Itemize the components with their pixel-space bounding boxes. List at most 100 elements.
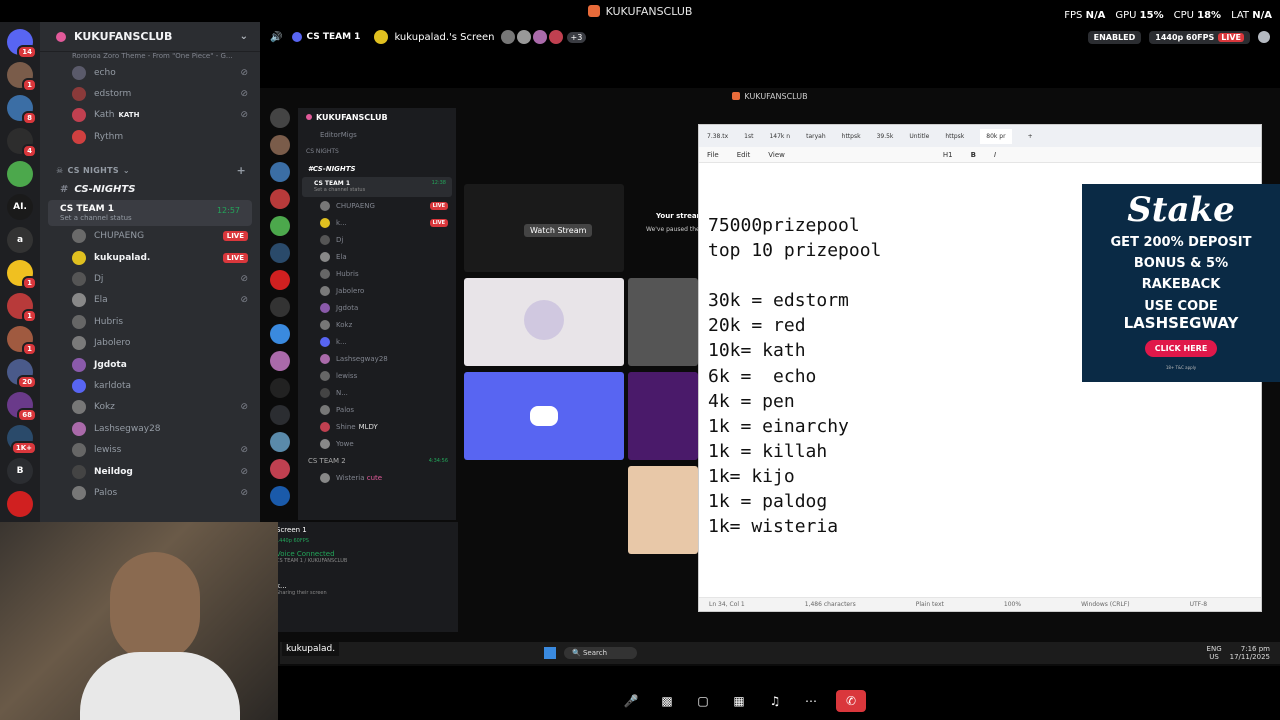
more-icon[interactable]: ⋯	[800, 690, 822, 712]
heading-dropdown[interactable]: H1	[943, 151, 953, 159]
guild-icon[interactable]: 1	[7, 293, 37, 323]
notepad-tab[interactable]: taryah	[806, 133, 826, 140]
voice-member[interactable]: CHUPAENG LIVE	[40, 226, 260, 247]
add-channel-icon[interactable]: +	[236, 164, 246, 177]
guild-icon[interactable]: 1	[7, 326, 37, 356]
ad-click-button[interactable]: CLICK HERE	[1144, 340, 1218, 357]
camera-off-icon[interactable]: ▩	[656, 690, 678, 712]
category-header[interactable]: ☠ CS NIGHTS ⌄ +	[40, 162, 260, 180]
voice-member[interactable]: karldota	[40, 375, 260, 396]
avatar	[72, 336, 86, 351]
voice-member[interactable]: Kokz ⊘	[40, 397, 260, 418]
voice-member[interactable]: Dj ⊘	[40, 268, 260, 289]
guild-icon[interactable]: a	[7, 227, 33, 253]
avatar	[72, 400, 86, 415]
taskbar-clock[interactable]: 7:16 pm 17/11/2025	[1230, 645, 1270, 661]
stream-topbar: 🔊 CS TEAM 1 kukupalad.'s Screen +3 ENABL…	[260, 22, 1280, 52]
voice-member[interactable]: Jabolero	[40, 333, 260, 354]
voice-member[interactable]: Kath KATH ⊘	[40, 105, 260, 126]
guild-icon[interactable]: 1K+	[7, 425, 37, 455]
avatar	[72, 293, 86, 308]
voice-member[interactable]: Ela ⊘	[40, 290, 260, 311]
server-header[interactable]: KUKUFANSCLUB ⌄	[40, 22, 260, 52]
member-name: Rythm	[94, 131, 124, 142]
participant-tile[interactable]	[628, 466, 698, 554]
guild-icon[interactable]: 4	[7, 128, 37, 158]
inner-voice-member: Dj	[298, 231, 456, 248]
guild-icon[interactable]: 68	[7, 392, 37, 422]
notepad-tab[interactable]: 7.38.tx	[707, 133, 728, 140]
notepad-tab[interactable]: 1st	[744, 133, 753, 140]
microphone-icon[interactable]: 🎤	[620, 690, 642, 712]
guild-icon[interactable]: 20	[7, 359, 37, 389]
notepad-tab[interactable]: 39.5k	[877, 133, 894, 140]
unread-badge: 8	[22, 111, 37, 125]
menu-view[interactable]: View	[768, 151, 785, 159]
chevron-down-icon[interactable]: ⌄	[240, 31, 248, 42]
member-name: edstorm	[94, 89, 132, 100]
quality-badge[interactable]: 1440p 60FPS LIVE	[1149, 30, 1250, 44]
guild-icon[interactable]	[7, 491, 33, 517]
participant-tile[interactable]	[628, 372, 698, 460]
guild-icon[interactable]	[7, 161, 33, 187]
disconnect-button[interactable]: ✆	[836, 690, 866, 712]
guild-icon[interactable]: AI.	[7, 194, 33, 220]
voice-channel-cs-team-1[interactable]: CS TEAM 1 Set a channel status 12:57	[48, 199, 252, 226]
deafened-icon: ⊘	[240, 487, 248, 498]
participant-tile[interactable]	[464, 278, 624, 366]
start-icon[interactable]	[544, 647, 556, 659]
new-tab-icon[interactable]: +	[1028, 133, 1033, 140]
member-name: echo	[94, 67, 116, 78]
guild-icon[interactable]: B	[7, 458, 33, 484]
speaker-icon[interactable]: 🔊	[270, 32, 282, 43]
extra-viewers-count[interactable]: +3	[566, 31, 587, 43]
voice-member[interactable]: kukupalad. LIVE	[40, 247, 260, 268]
voice-member[interactable]: echo ⊘	[40, 62, 260, 83]
notepad-tab[interactable]: httpsk	[842, 133, 861, 140]
screen-share-icon[interactable]: ▢	[692, 690, 714, 712]
member-name: Neildog	[94, 466, 133, 477]
activities-icon[interactable]: ▦	[728, 690, 750, 712]
participant-tile[interactable]	[464, 372, 624, 460]
inner-voice-member: k...	[298, 333, 456, 350]
guild-icon[interactable]: 8	[7, 95, 37, 125]
voice-member[interactable]: Hubris	[40, 311, 260, 332]
voice-member[interactable]: Neildog ⊘	[40, 461, 260, 482]
voice-member[interactable]: lewiss ⊘	[40, 439, 260, 460]
watch-stream-button[interactable]: Watch Stream	[524, 224, 593, 237]
discord-home-icon[interactable]: 14	[7, 29, 37, 59]
viewer-avatar	[532, 30, 547, 44]
shared-screen: KUKUFANSCLUB KUKUFANSCLUB EditorMigs CS …	[260, 88, 1280, 666]
guild-icon[interactable]: 1	[7, 62, 37, 92]
notepad-tab[interactable]: Untitle	[909, 133, 929, 140]
chat-icon[interactable]	[1258, 31, 1270, 43]
text-channel-cs-nights[interactable]: # CS-NIGHTS	[40, 180, 260, 200]
notepad-tab[interactable]: 147k n	[769, 133, 790, 140]
avatar	[320, 370, 330, 381]
voice-member[interactable]: edstorm ⊘	[40, 83, 260, 104]
member-tag: KATH	[118, 111, 140, 120]
stream-tile[interactable]: Watch Stream	[464, 184, 624, 272]
menu-edit[interactable]: Edit	[737, 151, 751, 159]
voice-member[interactable]: Rythm	[40, 126, 260, 147]
bold-icon[interactable]: B	[971, 151, 976, 159]
guild-icon	[270, 351, 290, 371]
deafened-icon: ⊘	[240, 274, 248, 285]
voice-channel-status[interactable]: Set a channel status	[60, 214, 252, 222]
guild-icon[interactable]: 1	[7, 260, 37, 290]
participant-tile[interactable]	[628, 278, 698, 366]
stake-ad-banner[interactable]: Stake GET 200% DEPOSIT BONUS & 5% RAKEBA…	[1082, 184, 1280, 382]
soundboard-icon[interactable]: ♫	[764, 690, 786, 712]
viewer-avatar	[516, 30, 531, 44]
notepad-tab[interactable]: httpsk	[945, 133, 964, 140]
voice-member[interactable]: Palos ⊘	[40, 482, 260, 503]
guild-icon	[270, 135, 290, 155]
taskbar-search[interactable]: 🔍 Search	[564, 647, 638, 659]
avatar	[320, 302, 330, 313]
enabled-badge[interactable]: ENABLED	[1087, 30, 1142, 44]
menu-file[interactable]: File	[707, 151, 719, 159]
voice-member[interactable]: Lashsegway28	[40, 418, 260, 439]
italic-icon[interactable]: I	[994, 151, 996, 159]
notepad-tab[interactable]: 80k pr	[980, 128, 1012, 144]
voice-member[interactable]: Jgdota	[40, 354, 260, 375]
